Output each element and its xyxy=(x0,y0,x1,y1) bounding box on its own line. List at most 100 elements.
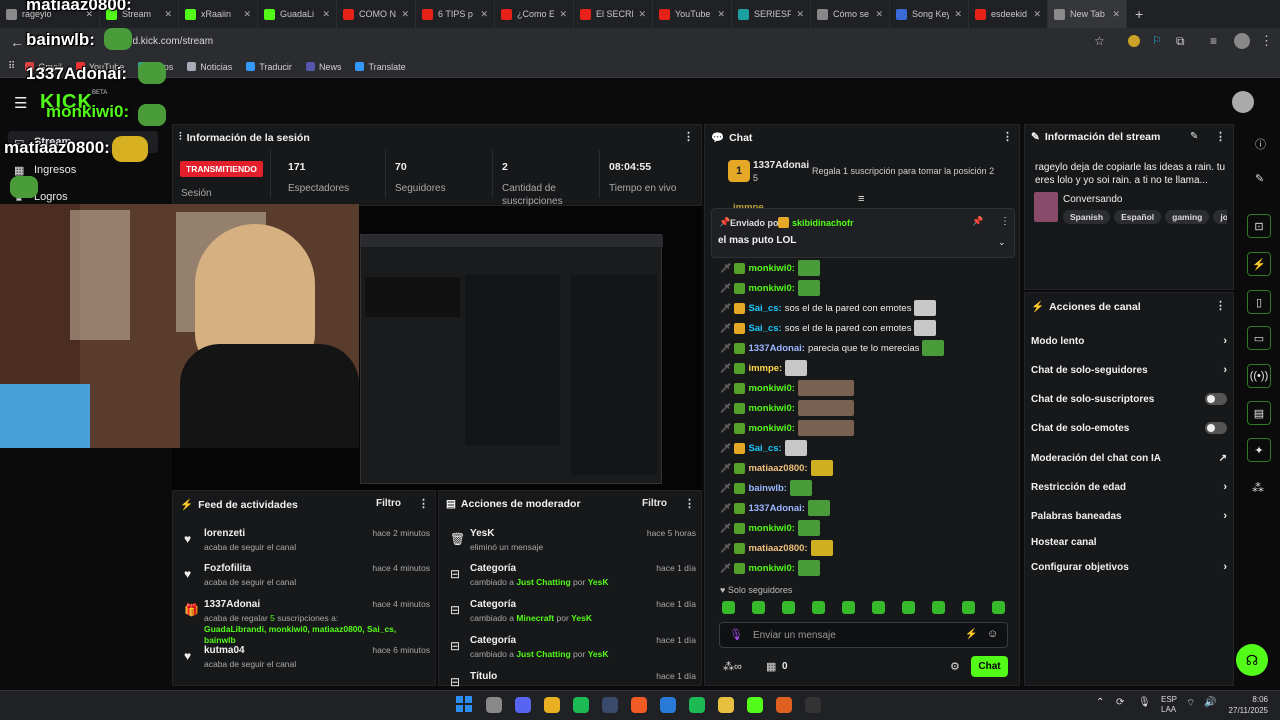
chat-message[interactable]: 🗡 monkiwi0: xyxy=(720,519,820,537)
quick-emote-icon[interactable] xyxy=(872,601,885,614)
chat-username[interactable]: monkiwi0: xyxy=(748,383,794,394)
session-menu-icon[interactable]: ⋮ xyxy=(683,130,694,143)
channel-action-item[interactable]: Moderación del chat con IA ↗ xyxy=(1031,451,1227,465)
kick-app-icon[interactable] xyxy=(747,697,763,713)
layout-icon[interactable]: ▤ xyxy=(1247,401,1271,425)
feed-item[interactable]: 🎁 1337Adonai hace 4 minutos acaba de regala… xyxy=(180,599,430,645)
send-chat-button[interactable]: Chat xyxy=(971,656,1008,677)
user-avatar[interactable] xyxy=(1232,91,1254,113)
channel-action-item[interactable]: Configurar objetivos › xyxy=(1031,560,1227,574)
new-tab-icon[interactable]: + xyxy=(1135,6,1143,22)
close-icon[interactable]: ✕ xyxy=(322,9,330,20)
mod-action-item[interactable]: 🗑 YesK hace 5 horas eliminó un mensaje xyxy=(446,528,696,562)
chat-message[interactable]: 🗡 matiaaz0800: xyxy=(720,539,833,557)
brave-icon[interactable] xyxy=(631,697,647,713)
emote-picker-icon[interactable]: ⚡ xyxy=(965,629,977,640)
chat-username[interactable]: Sai_cs: xyxy=(748,323,781,334)
chat-username[interactable]: monkiwi0: xyxy=(748,523,794,534)
bookmark-item[interactable]: News xyxy=(305,62,341,72)
chat-message[interactable]: 🗡 monkiwi0: xyxy=(720,259,820,277)
toggle-switch[interactable] xyxy=(1205,422,1227,434)
edit-stream-icon[interactable]: ✎ xyxy=(1190,131,1198,142)
browser-tab[interactable]: xRaaiin ✕ xyxy=(179,0,258,28)
browser-tab[interactable]: COMO N ✕ xyxy=(337,0,416,28)
gift-prompt[interactable]: Regala 1 suscripción para tomar la posic… xyxy=(812,166,994,176)
windows-start-icon[interactable] xyxy=(456,696,472,712)
loop-icon[interactable]: ⁂∞ xyxy=(723,660,742,673)
chat-username[interactable]: monkiwi0: xyxy=(748,283,794,294)
info-icon[interactable]: ⓘ xyxy=(1255,136,1266,152)
file-explorer-icon[interactable] xyxy=(718,697,734,713)
quick-emote-icon[interactable] xyxy=(752,601,765,614)
wifi-icon[interactable]: ⌔ xyxy=(1186,697,1195,710)
quick-emote-icon[interactable] xyxy=(812,601,825,614)
chat-username[interactable]: monkiwi0: xyxy=(748,403,794,414)
stream-info-menu-icon[interactable]: ⋮ xyxy=(1215,130,1226,143)
edit-icon[interactable]: ✎ xyxy=(1255,172,1264,185)
app-icon[interactable] xyxy=(776,697,792,713)
bookmark-item[interactable]: Noticias xyxy=(187,62,232,72)
support-headset-button[interactable]: ☊ xyxy=(1236,644,1268,676)
smile-icon[interactable]: ☺ xyxy=(987,628,998,640)
url-field[interactable]: oard.kick.com/stream xyxy=(118,36,213,47)
chat-username[interactable]: 1337Adonai: xyxy=(748,343,805,354)
browser-tab[interactable]: GuadaLi ✕ xyxy=(258,0,337,28)
bookmark-item[interactable]: Traducir xyxy=(246,62,292,72)
lightning-icon[interactable]: ⚡ xyxy=(1247,252,1271,276)
document-icon[interactable]: ▯ xyxy=(1247,290,1271,314)
chevron-down-icon[interactable]: ⌄ xyxy=(998,237,1006,248)
chrome-icon[interactable] xyxy=(544,697,560,713)
steam-icon[interactable] xyxy=(602,697,618,713)
apps-grid-icon[interactable]: ⠿ xyxy=(8,61,15,72)
feed-username[interactable]: lorenzeti xyxy=(204,528,245,539)
epic-games-icon[interactable] xyxy=(805,697,821,713)
channel-actions-menu-icon[interactable]: ⋮ xyxy=(1215,299,1226,312)
chat-message[interactable]: 🗡 Sai_cs: sos el de la pared con emotes xyxy=(720,299,937,317)
stream-tag[interactable]: josel xyxy=(1213,210,1227,224)
chat-message[interactable]: 🗡 Sai_cs: xyxy=(720,439,807,457)
chat-username[interactable]: immpe: xyxy=(748,363,782,374)
category-thumbnail[interactable] xyxy=(1034,192,1058,222)
chat-message[interactable]: 🗡 immpe: xyxy=(720,359,808,377)
channel-action-item[interactable]: Chat de solo-seguidores › xyxy=(1031,363,1227,377)
browser-tab[interactable]: esdeekid ✕ xyxy=(969,0,1048,28)
tray-chevron-icon[interactable]: ⌃ xyxy=(1096,697,1104,708)
discord-icon[interactable] xyxy=(515,697,531,713)
unpin-icon[interactable]: 📌 xyxy=(972,216,983,227)
stream-tag[interactable]: gaming xyxy=(1165,210,1210,224)
media-icon[interactable]: ≡ xyxy=(1210,34,1217,48)
bookmark-star-icon[interactable]: ☆ xyxy=(1094,34,1105,48)
feed-username[interactable]: kutma04 xyxy=(204,645,245,656)
dots-cluster-icon[interactable]: ⁂ xyxy=(1252,481,1264,495)
chat-menu-icon[interactable]: ⋮ xyxy=(1002,130,1013,143)
channel-action-item[interactable]: Restricción de edad › xyxy=(1031,480,1227,494)
tray-mic-icon[interactable]: 🎙 xyxy=(1138,697,1151,708)
close-icon[interactable]: ✕ xyxy=(401,9,409,20)
category-name[interactable]: Conversando xyxy=(1063,194,1122,205)
feed-filter-button[interactable]: Filtro xyxy=(376,498,401,509)
edge-icon[interactable] xyxy=(660,697,676,713)
browser-tab[interactable]: YouTube ✕ xyxy=(653,0,732,28)
toggle-switch[interactable] xyxy=(1205,393,1227,405)
pinned-by-user[interactable]: skibidinachofr xyxy=(792,218,854,228)
browser-tab[interactable]: 6 TIPS p ✕ xyxy=(416,0,495,28)
pinned-message[interactable]: 📌 Enviado por skibidinachofr el mas puto… xyxy=(711,208,1015,258)
close-icon[interactable]: ✕ xyxy=(717,9,725,20)
channel-action-item[interactable]: Modo lento › xyxy=(1031,334,1227,348)
browser-tab[interactable]: El SECRE ✕ xyxy=(574,0,653,28)
chat-icon[interactable]: ▭ xyxy=(1247,326,1271,350)
close-icon[interactable]: ✕ xyxy=(875,9,883,20)
chat-username[interactable]: monkiwi0: xyxy=(748,263,794,274)
translate-extension-icon[interactable]: ⚐ xyxy=(1152,34,1162,47)
chat-username[interactable]: Sai_cs: xyxy=(748,303,781,314)
chat-message[interactable]: 🗡 monkiwi0: xyxy=(720,559,820,577)
language-indicator[interactable]: ESP LAA xyxy=(1161,695,1177,715)
close-icon[interactable]: ✕ xyxy=(1112,9,1120,20)
chat-username[interactable]: monkiwi0: xyxy=(748,423,794,434)
hamburger-icon[interactable]: ☰ xyxy=(14,94,27,112)
stream-tag[interactable]: Spanish xyxy=(1063,210,1111,224)
mod-action-item[interactable]: ⊟ Categoría hace 1 día cambiado a Just Chat… xyxy=(446,635,696,669)
chat-username[interactable]: 1337Adonai: xyxy=(748,503,805,514)
close-icon[interactable]: ✕ xyxy=(559,9,567,20)
chat-message[interactable]: 🗡 1337Adonai: xyxy=(720,499,830,517)
